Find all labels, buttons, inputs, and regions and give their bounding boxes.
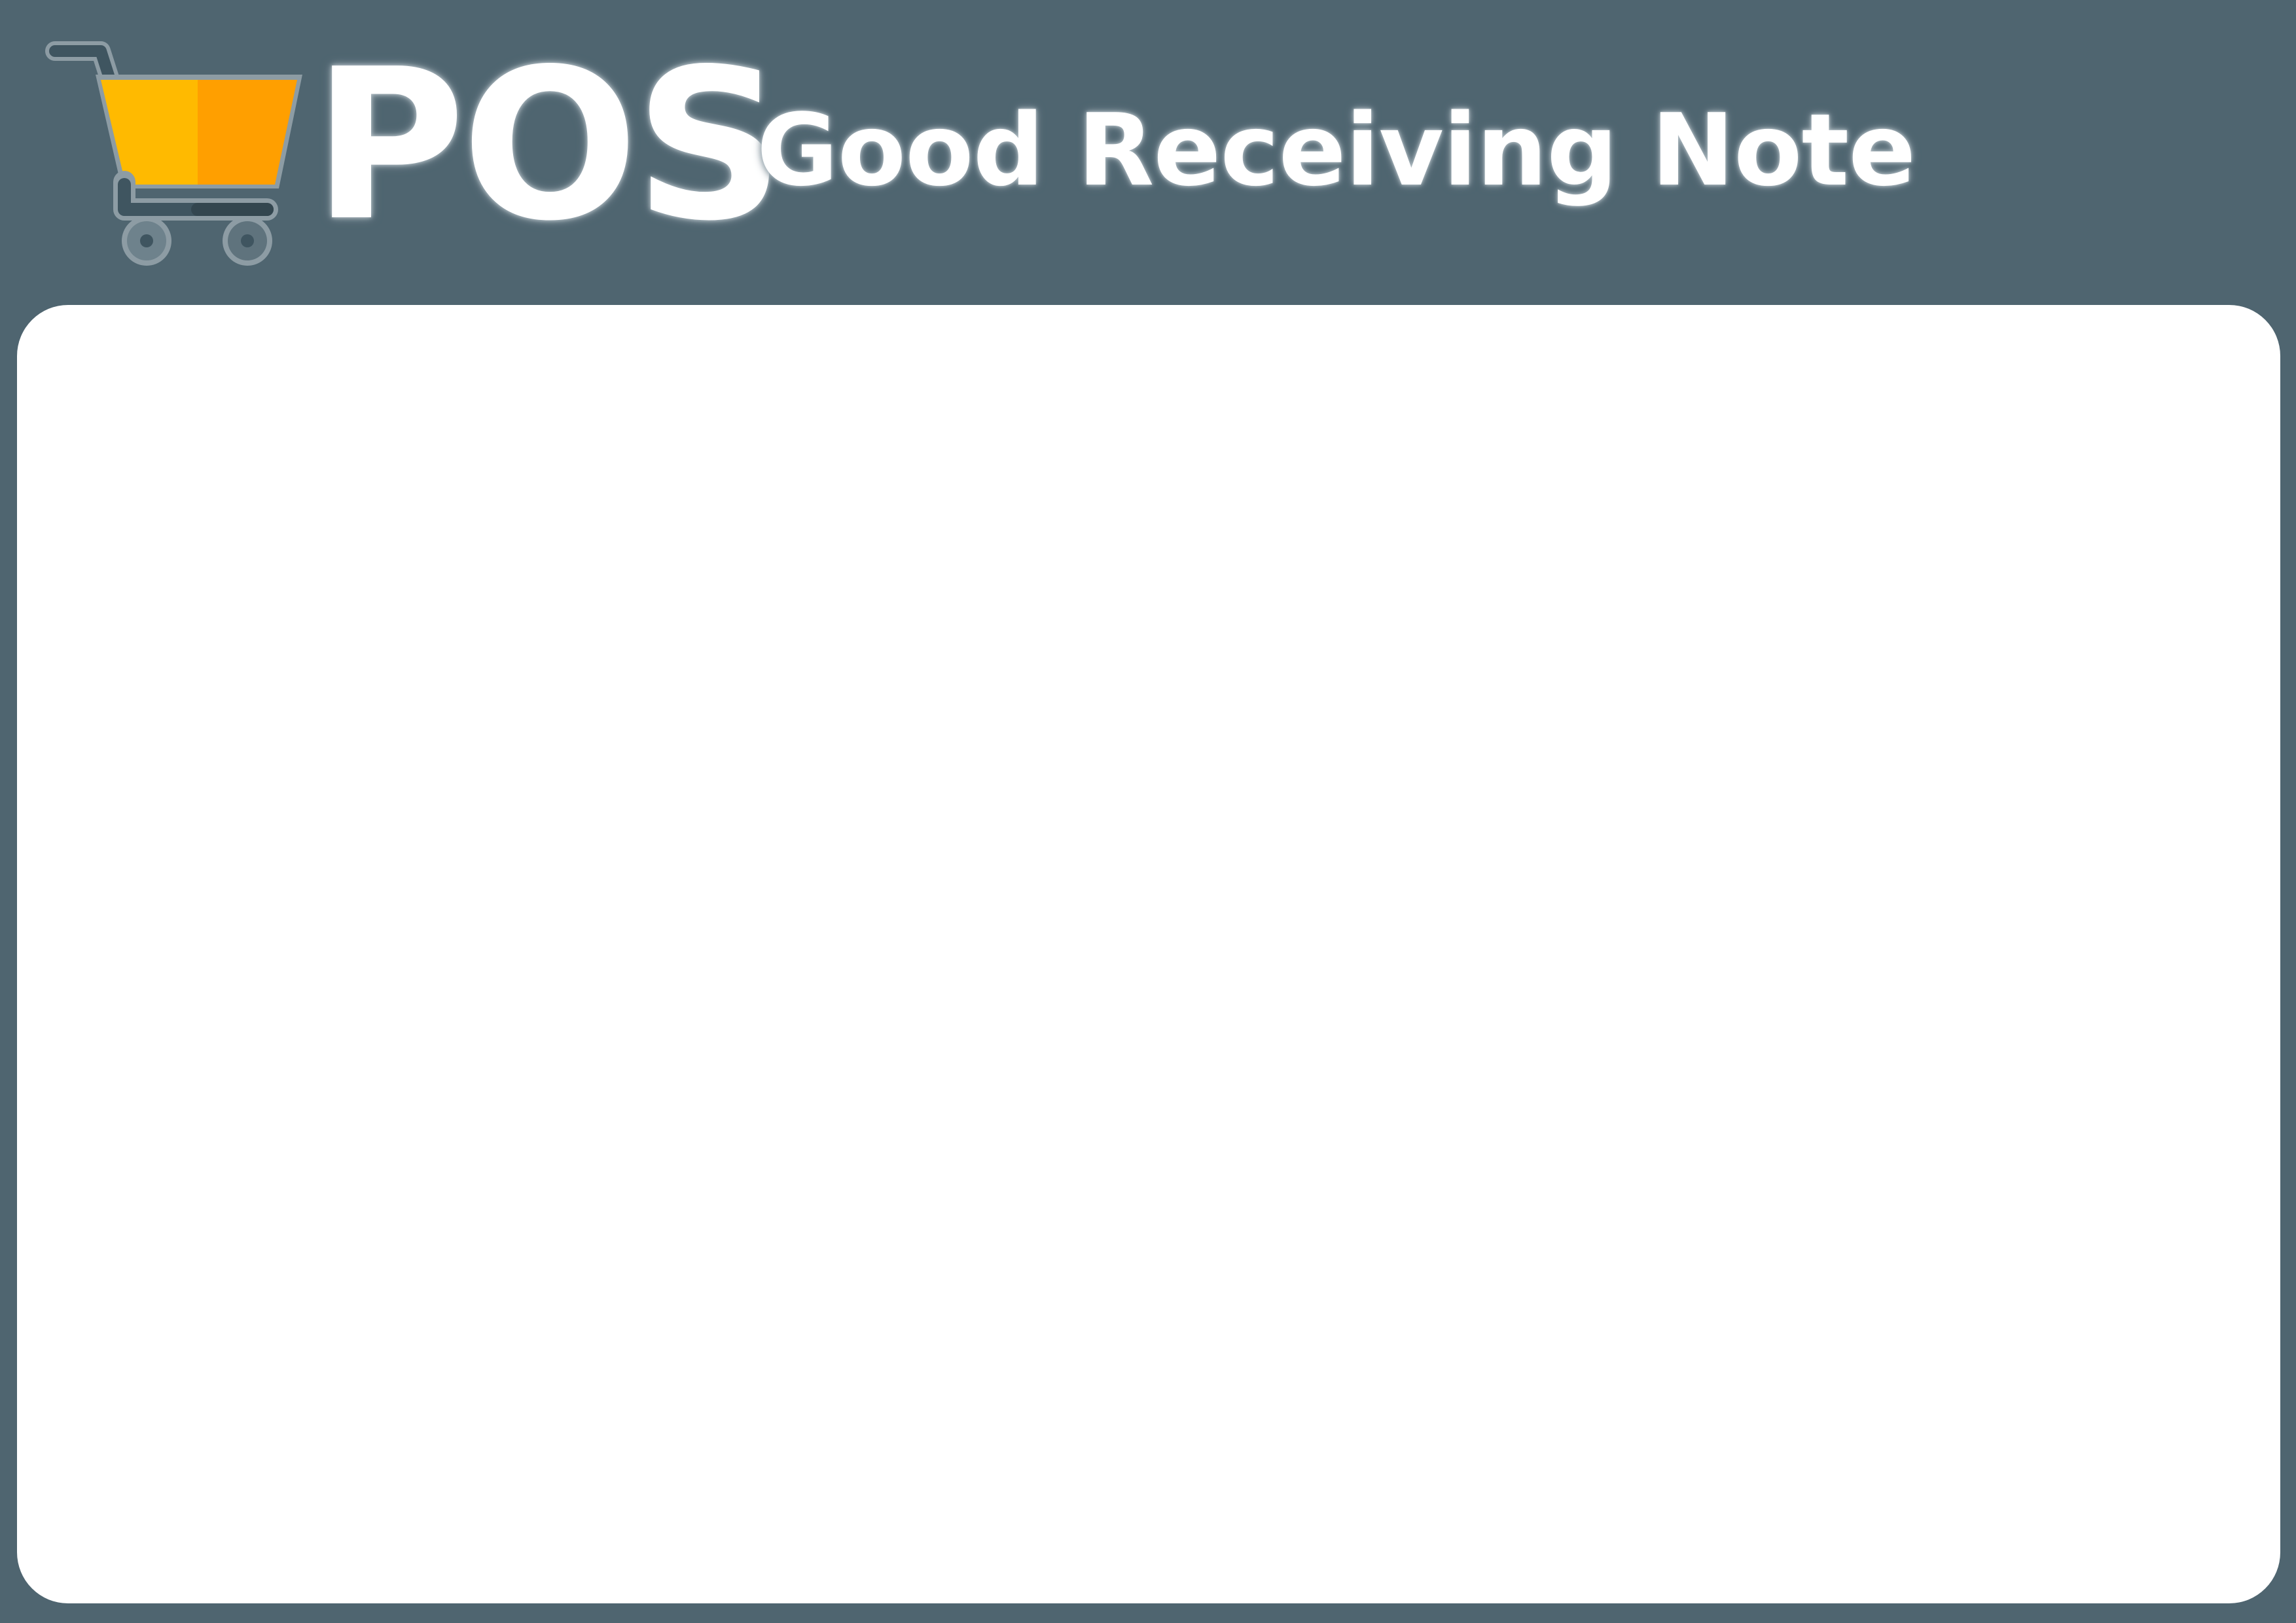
app-header: POS Good Receiving Note [0, 0, 2296, 305]
document-title: Good Receiving Note [757, 92, 1916, 208]
brand-title: POS [313, 24, 784, 266]
shopping-cart-icon [45, 41, 302, 266]
content-panel [17, 305, 2280, 1603]
